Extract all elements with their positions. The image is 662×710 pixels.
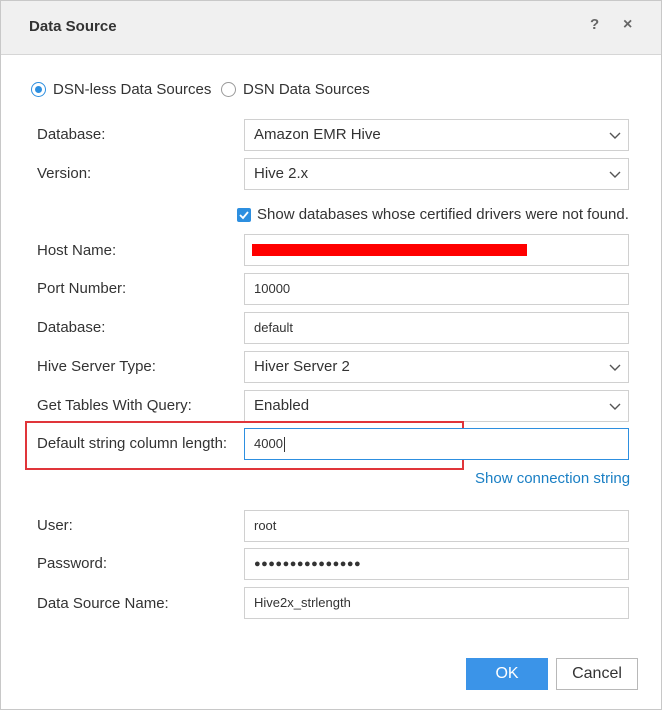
- dialog-titlebar: Data Source ? ×: [1, 1, 661, 55]
- port-number-input[interactable]: 10000: [244, 273, 629, 305]
- checkbox-checked-icon[interactable]: [237, 207, 251, 222]
- host-name-input[interactable]: [244, 234, 629, 266]
- host-name-label: Host Name:: [37, 242, 117, 259]
- user-input[interactable]: root: [244, 510, 629, 542]
- radio-dsn-less-label: DSN-less Data Sources: [53, 81, 212, 98]
- radio-checked-icon[interactable]: [31, 82, 46, 97]
- chevron-down-icon: [609, 364, 621, 371]
- get-tables-label: Get Tables With Query:: [37, 397, 192, 414]
- database-type-label: Database:: [37, 126, 106, 143]
- radio-dsn[interactable]: DSN Data Sources: [221, 81, 370, 98]
- show-uncertified-label: Show databases whose certified drivers w…: [257, 206, 629, 223]
- user-label: User:: [37, 517, 73, 534]
- data-source-name-input[interactable]: Hive2x_strlength: [244, 587, 629, 619]
- help-icon[interactable]: ?: [590, 15, 599, 35]
- hive-server-type-value: Hiver Server 2: [254, 358, 350, 375]
- version-label: Version:: [37, 165, 92, 182]
- database-input[interactable]: default: [244, 312, 629, 344]
- chevron-down-icon: [609, 171, 621, 178]
- password-value: ●●●●●●●●●●●●●●●: [254, 558, 362, 570]
- radio-dsn-label: DSN Data Sources: [243, 81, 370, 98]
- data-source-dialog: Data Source ? × DSN-less Data Sources DS…: [0, 0, 662, 710]
- version-value: Hive 2.x: [254, 165, 309, 182]
- password-label: Password:: [37, 555, 108, 572]
- redaction-bar: [252, 244, 527, 256]
- data-source-name-label: Data Source Name:: [37, 595, 169, 612]
- radio-unchecked-icon[interactable]: [221, 82, 236, 97]
- cancel-button[interactable]: Cancel: [556, 658, 638, 690]
- data-source-name-value: Hive2x_strlength: [254, 595, 351, 610]
- port-number-value: 10000: [254, 281, 291, 296]
- user-value: root: [254, 518, 277, 533]
- default-string-length-label: Default string column length:: [37, 435, 228, 452]
- version-select[interactable]: Hive 2.x: [244, 158, 629, 190]
- chevron-down-icon: [609, 403, 621, 410]
- get-tables-select[interactable]: Enabled: [244, 390, 629, 422]
- default-string-length-input[interactable]: 4000: [244, 428, 629, 460]
- hive-server-type-label: Hive Server Type:: [37, 358, 156, 375]
- default-string-length-value: 4000: [254, 436, 283, 451]
- show-connection-string-link[interactable]: Show connection string: [475, 470, 630, 487]
- dialog-title: Data Source: [29, 18, 117, 35]
- database-value: default: [254, 320, 294, 335]
- chevron-down-icon: [609, 132, 621, 139]
- close-icon[interactable]: ×: [623, 15, 632, 35]
- database-type-value: Amazon EMR Hive: [254, 126, 381, 143]
- database-type-select[interactable]: Amazon EMR Hive: [244, 119, 629, 151]
- get-tables-value: Enabled: [254, 397, 310, 414]
- radio-dsn-less[interactable]: DSN-less Data Sources: [31, 81, 211, 98]
- password-input[interactable]: ●●●●●●●●●●●●●●●: [244, 548, 629, 580]
- show-uncertified-option[interactable]: Show databases whose certified drivers w…: [237, 206, 629, 223]
- text-caret: [283, 437, 285, 453]
- port-number-label: Port Number:: [37, 280, 127, 297]
- hive-server-type-select[interactable]: Hiver Server 2: [244, 351, 629, 383]
- ok-button[interactable]: OK: [466, 658, 548, 690]
- database-label: Database:: [37, 319, 106, 336]
